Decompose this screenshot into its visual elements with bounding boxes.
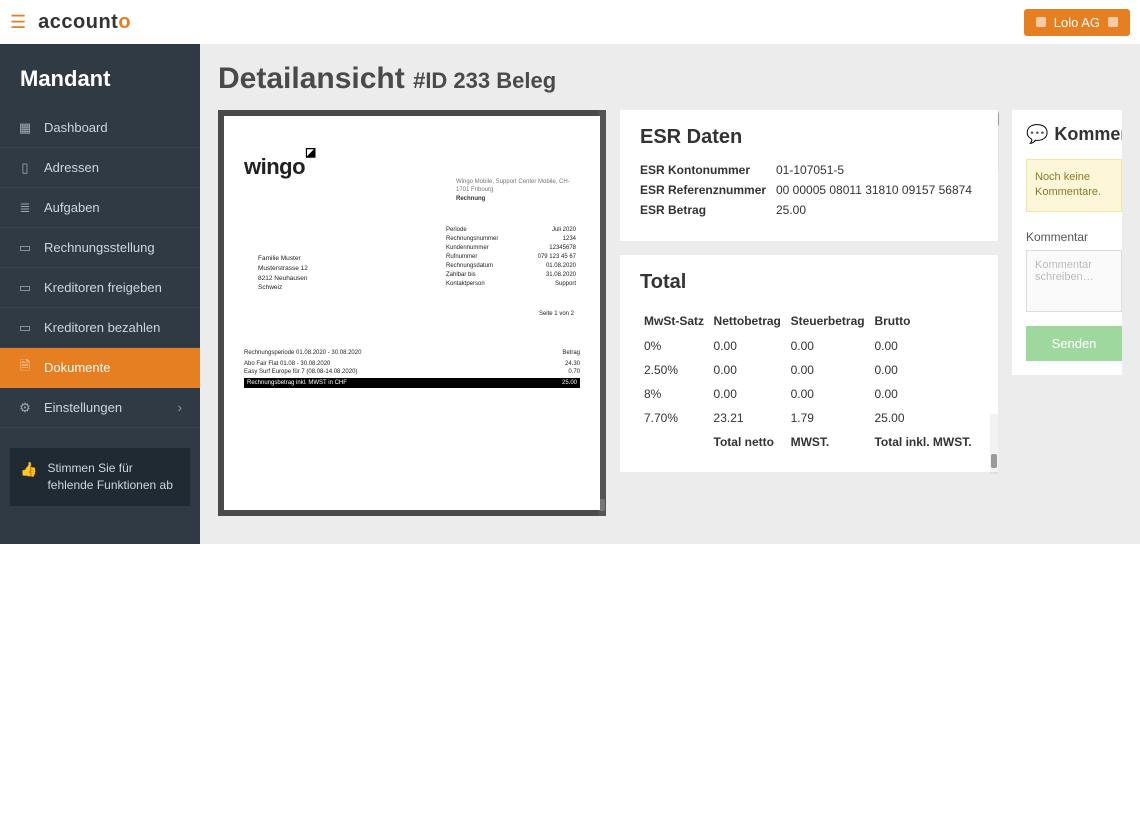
esr-title: ESR Daten xyxy=(640,126,978,149)
comment-input-label: Kommentar xyxy=(1026,230,1122,244)
brand-accent: o xyxy=(118,11,131,33)
sidebar-item-label: Dokumente xyxy=(44,360,110,375)
sidebar-item-label: Einstellungen xyxy=(44,400,122,415)
document-page: wingo◪ Wingo Mobile, Support Center Mobi… xyxy=(224,116,600,510)
table-row: 7.70%23.211.7925.00 xyxy=(640,406,978,430)
esr-row: ESR Referenznummer00 00005 08011 31810 0… xyxy=(640,183,978,197)
sidebar-item-label: Rechnungsstellung xyxy=(44,240,155,255)
comments-title: 💬 Komment xyxy=(1026,124,1122,145)
sidebar-item-aufgaben[interactable]: ≣ Aufgaben xyxy=(0,188,200,228)
user-name: Lolo AG xyxy=(1054,15,1100,30)
panel-scrollbar-bottom[interactable] xyxy=(990,414,998,474)
comment-input[interactable]: Kommentar schreiben… xyxy=(1026,250,1122,312)
page-title-sub: #ID 233 Beleg xyxy=(413,68,556,93)
col-tax: Steuerbetrag xyxy=(787,308,871,334)
sidebar-item-label: Kreditoren bezahlen xyxy=(44,320,160,335)
comments-panel: 💬 Komment Noch keine Kommentare. Komment… xyxy=(1012,110,1122,375)
brand-text: account xyxy=(38,11,118,33)
doc-line-items: Rechnungsperiode 01.08.2020 - 30.08.2020… xyxy=(244,350,580,388)
card-icon: ▯ xyxy=(18,161,32,175)
sidebar-item-kreditoren-bezahlen[interactable]: ▭ Kreditoren bezahlen xyxy=(0,308,200,348)
sidebar-item-rechnungsstellung[interactable]: ▭ Rechnungsstellung xyxy=(0,228,200,268)
brand-logo: accounto xyxy=(38,11,131,34)
user-menu[interactable]: Lolo AG xyxy=(1024,9,1130,36)
sidebar-item-label: Adressen xyxy=(44,160,99,175)
doc-meta-table: PeriodeJuli 2020 Rechnungsnummer1234 Kun… xyxy=(446,226,576,289)
vote-label: Stimmen Sie für fehlende Funktionen ab xyxy=(47,460,180,494)
totals-title: Total xyxy=(640,271,978,294)
pay-icon: ▭ xyxy=(18,321,32,335)
gear-icon: ⚙ xyxy=(18,401,32,415)
sidebar: Mandant ▦ Dashboard ▯ Adressen ≣ Aufgaben ▭… xyxy=(0,44,200,544)
approve-icon: ▭ xyxy=(18,281,32,295)
esr-row: ESR Kontonummer01-107051-5 xyxy=(640,163,978,177)
sidebar-item-kreditoren-freigeben[interactable]: ▭ Kreditoren freigeben xyxy=(0,268,200,308)
col-gross: Brutto xyxy=(870,308,978,334)
table-footer: Total nettoMWST.Total inkl. MWST. xyxy=(640,430,978,454)
col-net: Nettobetrag xyxy=(710,308,787,334)
document-preview-panel[interactable]: wingo◪ Wingo Mobile, Support Center Mobi… xyxy=(218,110,606,516)
vote-features-button[interactable]: 👍 Stimmen Sie für fehlende Funktionen ab xyxy=(10,448,190,506)
sidebar-item-dokumente[interactable]: 🗎 Dokumente xyxy=(0,348,200,388)
sidebar-item-adressen[interactable]: ▯ Adressen xyxy=(0,148,200,188)
esr-panel: ESR Daten ESR Kontonummer01-107051-5 ESR… xyxy=(620,110,998,241)
doc-header-right: Wingo Mobile, Support Center Mobile, CH-… xyxy=(456,178,576,203)
sidebar-item-label: Dashboard xyxy=(44,120,108,135)
esr-row: ESR Betrag25.00 xyxy=(640,203,978,217)
send-comment-button[interactable]: Senden xyxy=(1026,326,1122,361)
sidebar-title: Mandant xyxy=(0,44,200,108)
page-title: Detailansicht #ID 233 Beleg xyxy=(218,62,1122,96)
table-row: 0%0.000.000.00 xyxy=(640,334,978,358)
grid-icon: ▦ xyxy=(18,121,32,135)
menu-icon[interactable]: ☰ xyxy=(10,12,26,33)
main-content: Detailansicht #ID 233 Beleg wingo◪ Wingo… xyxy=(200,44,1140,544)
totals-panel: Total MwSt-Satz Nettobetrag Steuerbetrag… xyxy=(620,255,998,472)
document-icon: 🗎 xyxy=(18,361,32,375)
invoice-icon: ▭ xyxy=(18,241,32,255)
table-row: 8%0.000.000.00 xyxy=(640,382,978,406)
doc-page-number: Seite 1 von 2 xyxy=(539,311,574,317)
col-rate: MwSt-Satz xyxy=(640,308,710,334)
list-icon: ≣ xyxy=(18,201,32,215)
totals-table: MwSt-Satz Nettobetrag Steuerbetrag Brutt… xyxy=(640,308,978,454)
grid-icon xyxy=(1036,17,1046,27)
sidebar-item-label: Kreditoren freigeben xyxy=(44,280,162,295)
thumbs-up-icon: 👍 xyxy=(20,460,37,480)
page-title-main: Detailansicht xyxy=(218,62,405,95)
no-comments-notice: Noch keine Kommentare. xyxy=(1026,159,1122,212)
table-row: 2.50%0.000.000.00 xyxy=(640,358,978,382)
sidebar-item-label: Aufgaben xyxy=(44,200,100,215)
comment-icon: 💬 xyxy=(1026,124,1048,145)
sidebar-item-einstellungen[interactable]: ⚙ Einstellungen › xyxy=(0,388,200,428)
sidebar-item-dashboard[interactable]: ▦ Dashboard xyxy=(0,108,200,148)
doc-recipient-address: Familie Muster Musterstrasse 12 8212 Neu… xyxy=(258,254,308,293)
chevron-right-icon: › xyxy=(178,400,182,415)
topbar: ☰ accounto Lolo AG xyxy=(0,0,1140,44)
doc-vendor-logo: wingo◪ xyxy=(244,154,580,180)
user-icon xyxy=(1108,17,1118,27)
